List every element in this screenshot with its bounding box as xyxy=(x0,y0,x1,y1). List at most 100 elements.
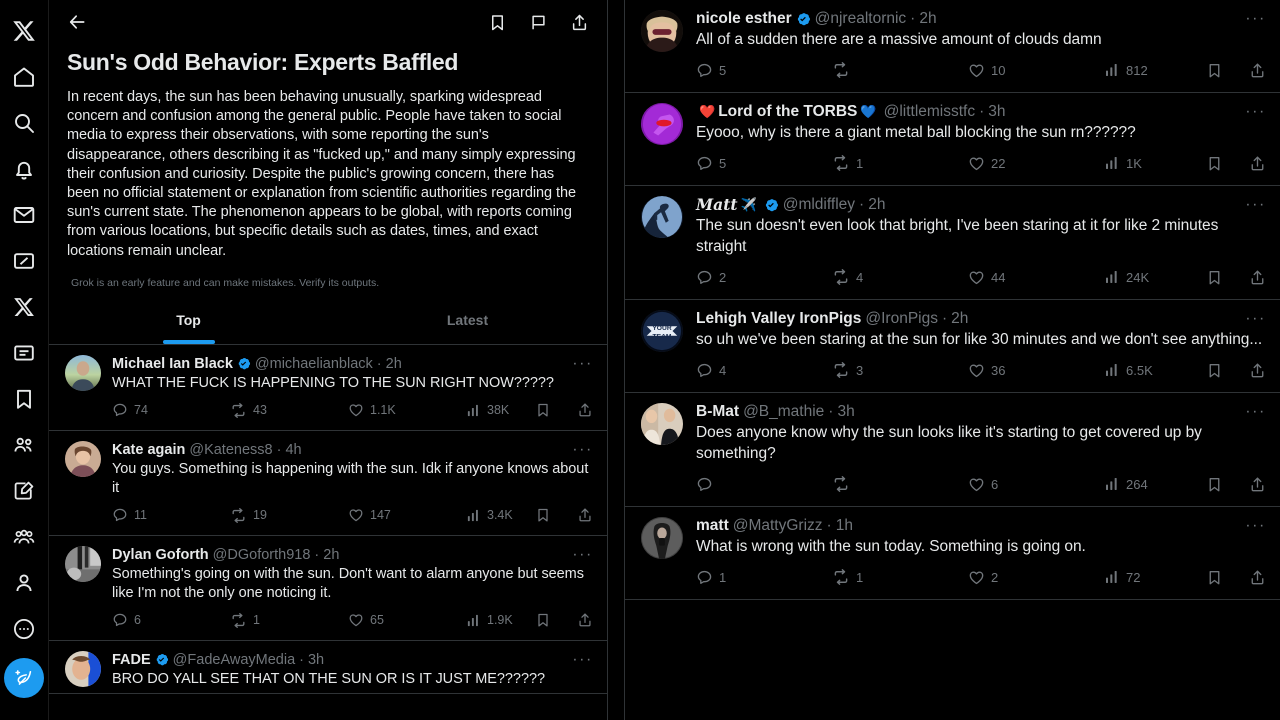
more-options-icon[interactable]: ··· xyxy=(1237,310,1266,328)
back-arrow-icon[interactable] xyxy=(67,12,87,32)
like-button[interactable]: 6 xyxy=(968,476,1104,493)
retweet-button[interactable]: 19 xyxy=(230,507,348,524)
display-name[interactable]: B-Mat xyxy=(696,403,739,421)
display-name[interactable]: Michael Ian Black xyxy=(112,355,233,373)
like-button[interactable]: 1.1K xyxy=(348,402,466,418)
share-button[interactable] xyxy=(577,507,593,523)
more-options-icon[interactable]: ··· xyxy=(564,355,593,373)
like-button[interactable]: 2 xyxy=(968,569,1104,586)
tweet-item[interactable]: B-Mat @B_mathie · 3h ··· Does anyone kno… xyxy=(625,393,1280,507)
avatar[interactable]: YOURTEAM xyxy=(641,310,683,352)
avatar[interactable] xyxy=(65,441,101,477)
notifications-icon[interactable] xyxy=(4,146,44,192)
profile-icon[interactable] xyxy=(4,560,44,606)
more-options-icon[interactable]: ··· xyxy=(1237,10,1266,28)
grok-icon[interactable] xyxy=(4,238,44,284)
more-options-icon[interactable]: ··· xyxy=(564,546,593,564)
reply-button[interactable]: 4 xyxy=(696,362,832,379)
user-handle[interactable]: @DGoforth918 xyxy=(213,546,311,564)
display-name[interactable]: Kate again xyxy=(112,441,185,459)
views-button[interactable]: 3.4K xyxy=(466,508,535,523)
bookmark-button[interactable] xyxy=(535,507,551,523)
reply-button[interactable]: 74 xyxy=(112,402,230,418)
more-options-icon[interactable]: ··· xyxy=(1237,196,1266,214)
user-handle[interactable]: @michaelianblack xyxy=(255,355,373,373)
retweet-button[interactable]: 1 xyxy=(230,612,348,629)
avatar[interactable] xyxy=(65,355,101,391)
tweet-item[interactable]: nicole esther @njrealtornic · 2h ··· All… xyxy=(625,0,1280,93)
display-name[interactable]: FADE xyxy=(112,651,151,669)
user-handle[interactable]: @B_mathie xyxy=(743,403,824,421)
avatar[interactable] xyxy=(641,196,683,238)
retweet-button[interactable]: 4 xyxy=(832,268,968,286)
user-handle[interactable]: @mldiffley xyxy=(783,196,855,214)
share-button[interactable] xyxy=(577,402,593,418)
flag-icon[interactable] xyxy=(529,13,548,32)
bookmark-button[interactable] xyxy=(1206,62,1223,79)
tweet-item[interactable]: YOURTEAM Lehigh Valley IronPigs @IronPig… xyxy=(625,300,1280,393)
bookmark-button[interactable] xyxy=(535,612,551,628)
avatar[interactable] xyxy=(65,546,101,582)
user-handle[interactable]: @littlemisstfc xyxy=(884,103,976,121)
display-name[interactable]: Lord of the TORBS xyxy=(718,103,857,121)
avatar[interactable] xyxy=(641,403,683,445)
user-handle[interactable]: @FadeAwayMedia xyxy=(173,651,295,669)
more-options-icon[interactable]: ··· xyxy=(1237,517,1266,535)
user-handle[interactable]: @IronPigs xyxy=(865,310,938,328)
share-button[interactable] xyxy=(1249,569,1266,586)
views-button[interactable]: 1K xyxy=(1104,155,1206,171)
more-options-icon[interactable]: ··· xyxy=(564,651,593,669)
bookmark-button[interactable] xyxy=(535,402,551,418)
retweet-button[interactable]: 3 xyxy=(832,361,968,379)
views-button[interactable]: 6.5K xyxy=(1104,362,1206,378)
like-button[interactable]: 44 xyxy=(968,269,1104,286)
display-name[interactable]: Lehigh Valley IronPigs xyxy=(696,310,861,328)
like-button[interactable]: 65 xyxy=(348,612,466,628)
bookmark-button[interactable] xyxy=(1206,476,1223,493)
display-name[interactable]: nicole esther xyxy=(696,10,792,28)
retweet-button[interactable] xyxy=(832,61,968,79)
reply-button[interactable]: 6 xyxy=(112,612,230,628)
avatar[interactable] xyxy=(65,651,101,687)
display-name[interactable]: matt xyxy=(696,517,729,535)
like-button[interactable]: 22 xyxy=(968,155,1104,172)
share-button[interactable] xyxy=(1249,155,1266,172)
views-button[interactable]: 812 xyxy=(1104,62,1206,78)
create-post-icon[interactable] xyxy=(4,468,44,514)
user-handle[interactable]: @Kateness8 xyxy=(189,441,272,459)
share-button[interactable] xyxy=(577,612,593,628)
tweet-item[interactable]: Michael Ian Black @michaelianblack · 2h … xyxy=(49,345,607,431)
tab-latest[interactable]: Latest xyxy=(328,297,607,344)
home-icon[interactable] xyxy=(4,54,44,100)
retweet-button[interactable]: 1 xyxy=(832,154,968,172)
reply-button[interactable] xyxy=(696,476,832,493)
share-button[interactable] xyxy=(1249,62,1266,79)
avatar[interactable] xyxy=(641,103,683,145)
more-options-icon[interactable]: ··· xyxy=(564,441,593,459)
reply-button[interactable]: 1 xyxy=(696,569,832,586)
views-button[interactable]: 24K xyxy=(1104,269,1206,285)
reply-button[interactable]: 5 xyxy=(696,155,832,172)
compose-post-button[interactable] xyxy=(4,658,44,698)
x-secondary-icon[interactable] xyxy=(4,284,44,330)
bookmark-button[interactable] xyxy=(1206,269,1223,286)
retweet-button[interactable]: 43 xyxy=(230,402,348,419)
reply-button[interactable]: 5 xyxy=(696,62,832,79)
display-name[interactable]: Dylan Goforth xyxy=(112,546,209,564)
messages-icon[interactable] xyxy=(4,192,44,238)
user-handle[interactable]: @njrealtornic xyxy=(815,10,907,28)
more-options-icon[interactable]: ··· xyxy=(1237,103,1266,121)
reply-button[interactable]: 2 xyxy=(696,269,832,286)
communities-icon[interactable] xyxy=(4,422,44,468)
like-button[interactable]: 10 xyxy=(968,62,1104,79)
x-logo[interactable] xyxy=(4,8,44,54)
views-button[interactable]: 38K xyxy=(466,403,535,418)
like-button[interactable]: 36 xyxy=(968,362,1104,379)
retweet-button[interactable]: 1 xyxy=(832,568,968,586)
avatar[interactable] xyxy=(641,10,683,52)
more-options-icon[interactable]: ··· xyxy=(1237,403,1266,421)
avatar[interactable] xyxy=(641,517,683,559)
views-button[interactable]: 72 xyxy=(1104,569,1206,585)
share-button[interactable] xyxy=(1249,269,1266,286)
spaces-icon[interactable] xyxy=(4,514,44,560)
